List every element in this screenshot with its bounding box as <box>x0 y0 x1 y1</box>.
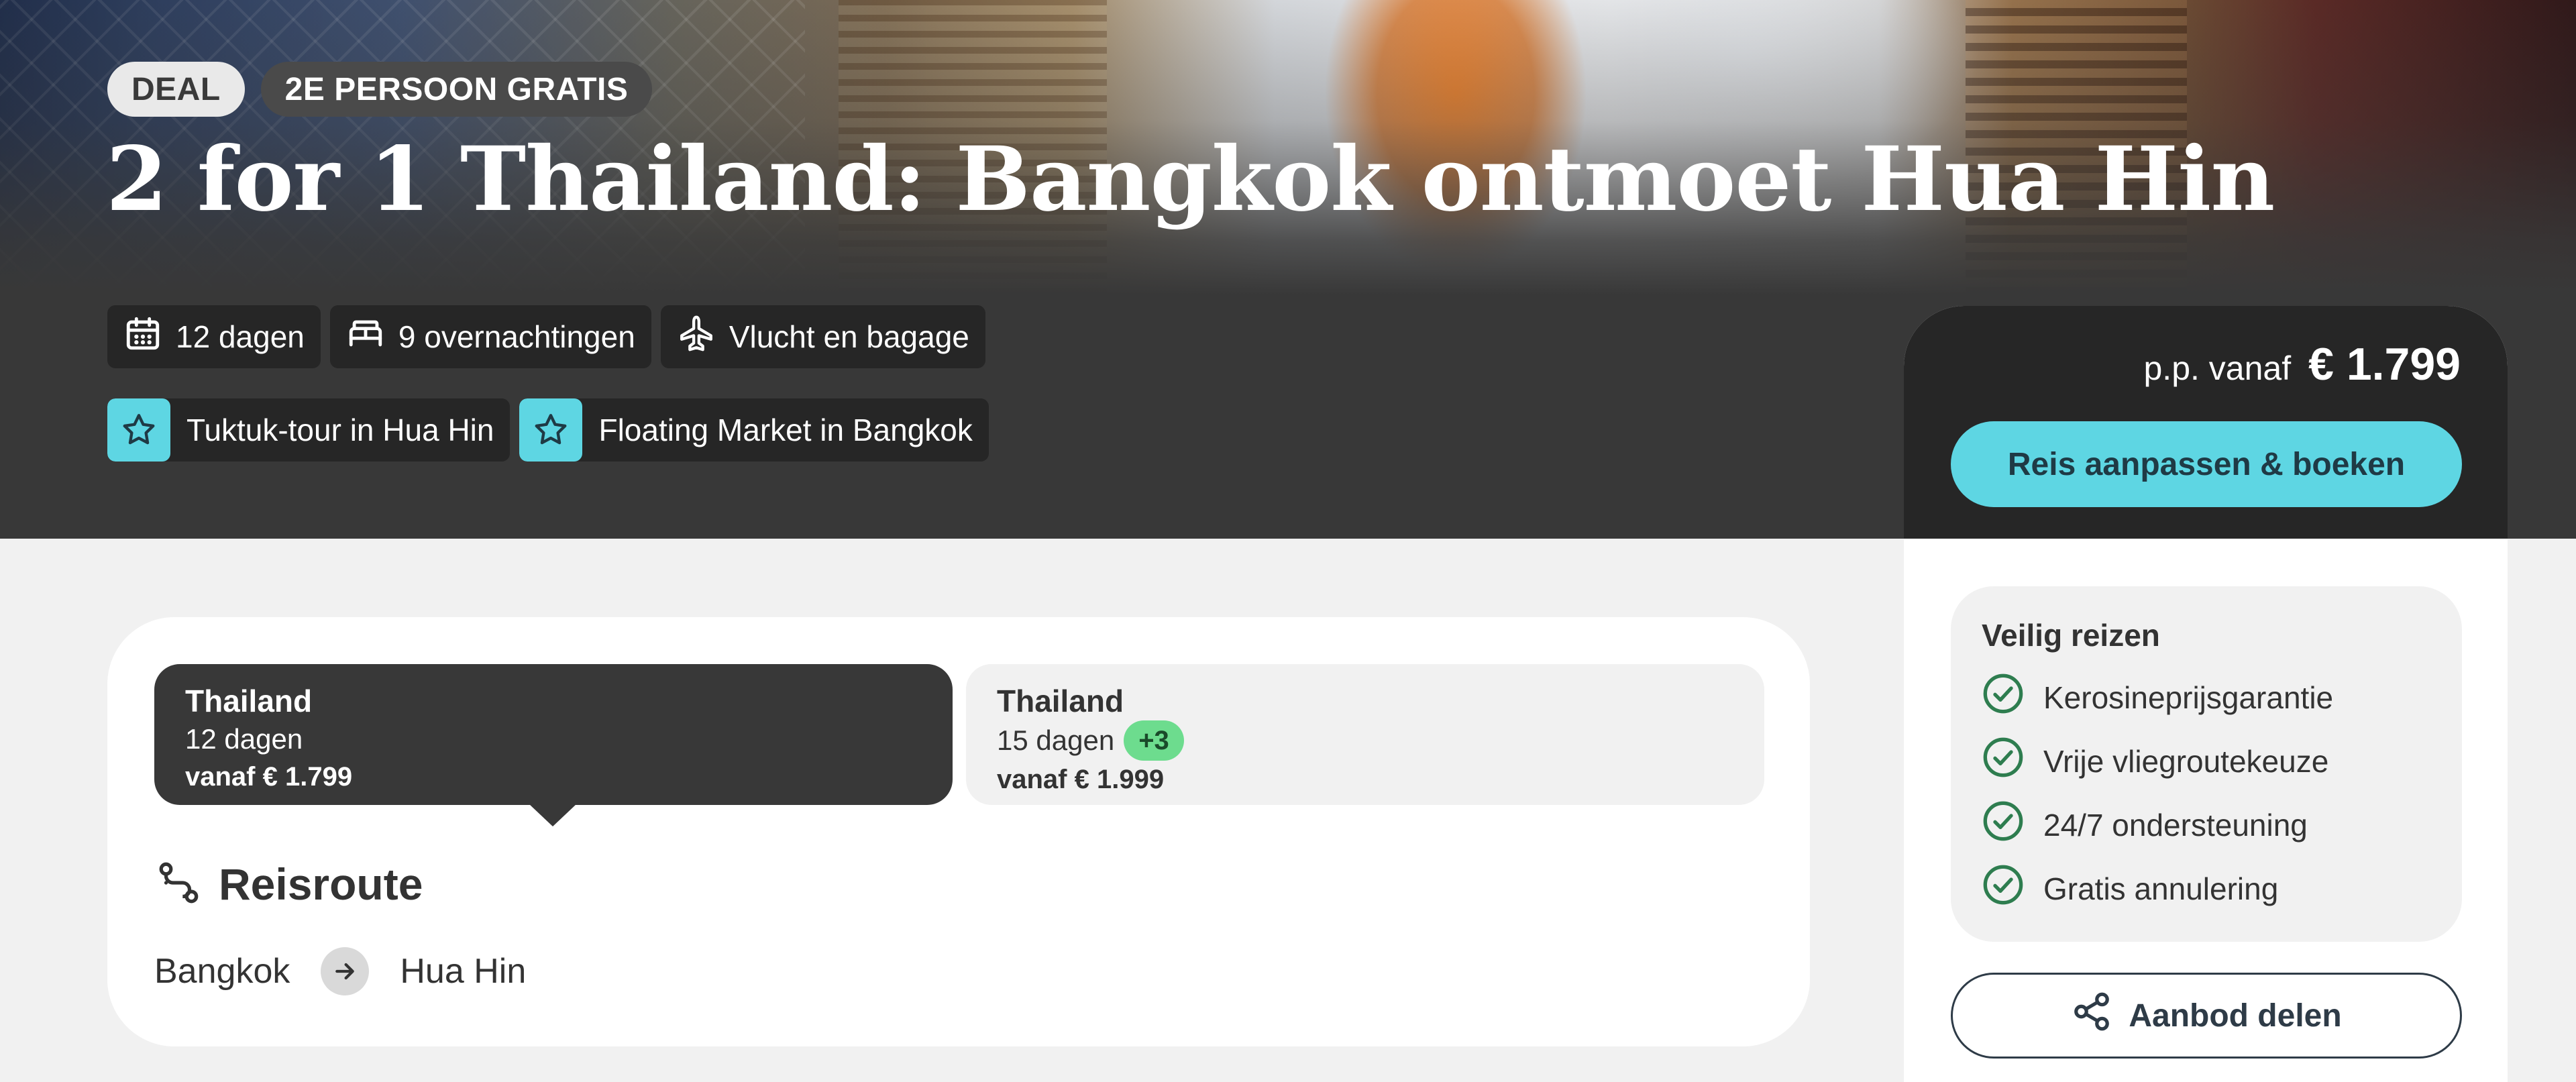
route-stops: Bangkok Hua Hin <box>154 947 526 995</box>
feature-chip-nights: 9 overnachtingen <box>329 305 651 368</box>
option-name: Thailand <box>997 684 1124 718</box>
feature-chips: 12 dagen 9 overnachtingen Vlucht en baga… <box>107 305 985 368</box>
safe-travel-item: 24/7 ondersteuning <box>1982 793 2431 857</box>
price-panel: p.p. vanaf € 1.799 Reis aanpassen & boek… <box>1904 306 2508 539</box>
promo-badge: 2E PERSOON GRATIS <box>260 62 653 117</box>
route-stop: Hua Hin <box>400 952 527 991</box>
extra-days-badge: +3 <box>1124 720 1184 761</box>
feature-chip-duration: 12 dagen <box>107 305 321 368</box>
route-heading: Reisroute <box>154 859 423 910</box>
selected-pointer <box>529 804 577 826</box>
page-title: 2 for 1 Thailand: Bangkok ontmoet Hua Hi… <box>106 127 2275 231</box>
price-display: p.p. vanaf € 1.799 <box>2144 338 2461 390</box>
route-stop: Bangkok <box>154 952 290 991</box>
safe-travel-label: Gratis annulering <box>2043 871 2279 906</box>
feature-label: 9 overnachtingen <box>398 319 635 354</box>
safe-travel-item: Kerosineprijsgarantie <box>1982 665 2431 729</box>
price-amount: € 1.799 <box>2308 339 2461 390</box>
safe-travel-item: Gratis annulering <box>1982 857 2431 920</box>
highlight-chip: Tuktuk-tour in Hua Hin <box>107 398 511 462</box>
option-duration: 12 dagen <box>185 720 922 758</box>
option-price: vanaf € 1.799 <box>185 762 353 792</box>
arrow-right-icon <box>321 947 370 995</box>
feature-label: 12 dagen <box>176 319 305 354</box>
highlight-label: Tuktuk-tour in Hua Hin <box>186 413 494 447</box>
feature-chip-flight: Vlucht en bagage <box>660 305 985 368</box>
bed-icon <box>346 314 385 360</box>
safe-travel-box: Veilig reizen Kerosineprijsgarantie Vrij… <box>1951 586 2462 942</box>
price-prefix: p.p. vanaf <box>2143 349 2292 387</box>
plane-icon <box>677 314 716 360</box>
safe-travel-label: 24/7 ondersteuning <box>2043 807 2308 843</box>
booking-sidebar: p.p. vanaf € 1.799 Reis aanpassen & boek… <box>1904 306 2508 1082</box>
route-icon <box>154 859 201 910</box>
option-days: 15 dagen <box>997 724 1115 756</box>
share-label: Aanbod delen <box>2129 997 2342 1034</box>
share-icon <box>2071 991 2112 1040</box>
safe-travel-label: Vrije vliegroutekeuze <box>2043 743 2329 779</box>
option-name: Thailand <box>185 684 313 718</box>
option-price: vanaf € 1.999 <box>997 765 1165 794</box>
check-circle-icon <box>1982 800 2025 850</box>
book-button[interactable]: Reis aanpassen & boeken <box>1951 421 2462 507</box>
star-icon <box>519 398 583 462</box>
share-button[interactable]: Aanbod delen <box>1951 973 2462 1059</box>
option-days: 12 dagen <box>185 723 303 755</box>
star-icon <box>107 398 170 462</box>
route-title: Reisroute <box>219 859 423 909</box>
safe-travel-label: Kerosineprijsgarantie <box>2043 680 2334 715</box>
deal-badge: DEAL <box>107 62 245 117</box>
check-circle-icon <box>1982 736 2025 786</box>
highlight-chip: Floating Market in Bangkok <box>519 398 989 462</box>
highlight-chips: Tuktuk-tour in Hua Hin Floating Market i… <box>107 398 989 462</box>
check-circle-icon <box>1982 672 2025 722</box>
feature-label: Vlucht en bagage <box>729 319 969 354</box>
safe-travel-title: Veilig reizen <box>1982 618 2160 653</box>
check-circle-icon <box>1982 863 2025 914</box>
trip-option-15-days[interactable]: Thailand 15 dagen +3 vanaf € 1.999 <box>966 664 1764 805</box>
option-duration: 15 dagen +3 <box>997 720 1733 761</box>
badge-row: DEAL 2E PERSOON GRATIS <box>107 62 653 117</box>
trip-option-12-days[interactable]: Thailand 12 dagen vanaf € 1.799 <box>154 664 953 805</box>
safe-travel-item: Vrije vliegroutekeuze <box>1982 729 2431 793</box>
highlight-label: Floating Market in Bangkok <box>598 413 973 447</box>
trip-options-card: Thailand 12 dagen vanaf € 1.799 Thailand… <box>107 617 1810 1046</box>
calendar-icon <box>123 314 162 360</box>
